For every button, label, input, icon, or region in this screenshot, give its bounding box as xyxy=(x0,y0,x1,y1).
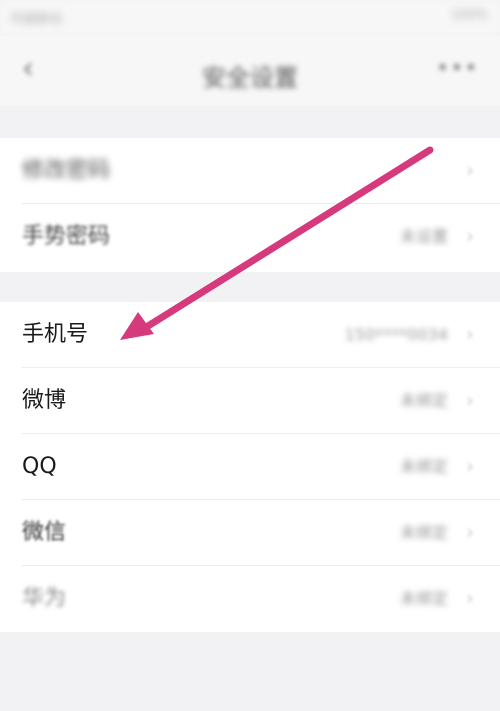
arrow-shaft xyxy=(144,146,434,330)
annotation-arrow xyxy=(120,146,434,340)
